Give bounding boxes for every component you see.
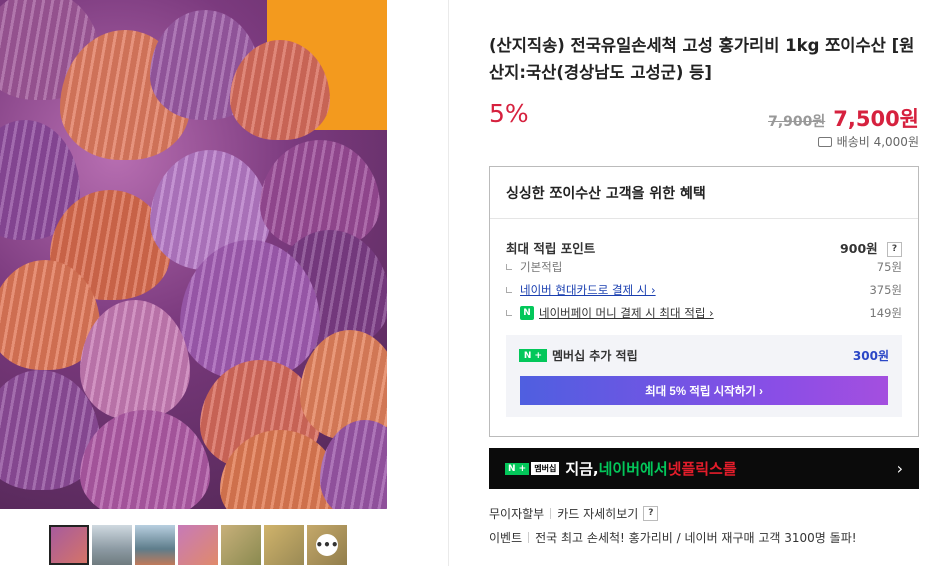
help-icon[interactable]: ? [887, 242, 902, 257]
thumbnail-5[interactable] [221, 525, 261, 565]
separator [528, 532, 530, 543]
nplus-membership-logo: N + 멤버십 [505, 462, 560, 475]
thumbnail-6[interactable] [264, 525, 304, 565]
thumbnail-more[interactable]: ••• [307, 525, 347, 565]
more-icon: ••• [316, 534, 339, 556]
membership-row: N + 멤버십 추가 적립 300원 [519, 347, 889, 364]
max-points-row: 최대 적립 포인트 900원 ? [506, 238, 902, 257]
max-points-label: 최대 적립 포인트 [506, 241, 596, 256]
benefit-item-label: 기본적립 [520, 260, 563, 274]
thumbnail-4[interactable] [178, 525, 218, 565]
chevron-right-icon: › [896, 459, 903, 478]
membership-start-button[interactable]: 최대 5% 적립 시작하기 › [520, 376, 888, 405]
card-detail-link[interactable]: 카드 자세히보기 [557, 505, 638, 522]
scallop-shell [80, 410, 210, 509]
branch-icon [506, 310, 512, 316]
branch-icon [506, 287, 512, 293]
column-divider [448, 0, 449, 566]
banner-text-netflix: 넷플릭스를 [667, 460, 737, 478]
membership-box: N + 멤버십 추가 적립 300원 최대 5% 적립 시작하기 › [506, 335, 902, 417]
event-label: 이벤트 [489, 531, 523, 545]
thumbnail-1[interactable] [49, 525, 89, 565]
nplus-logo-white: 멤버십 [531, 462, 560, 475]
original-price: 7,900원 [768, 114, 826, 130]
benefit-item-value: 149원 [869, 306, 902, 320]
event-row: 이벤트 전국 최고 손세척! 홍가리비 / 네이버 재구매 고객 3100명 돌… [489, 529, 857, 546]
separator [550, 508, 552, 519]
benefit-item-value: 375원 [869, 283, 902, 297]
discount-rate: 5% [489, 99, 529, 128]
benefit-heading: 싱싱한 쪼이수산 고객을 위한 혜택 [490, 167, 918, 219]
truck-icon [817, 136, 832, 147]
price-block: 7,900원 7,500원 [768, 103, 919, 133]
thumbnail-2[interactable] [92, 525, 132, 565]
sale-price: 7,500원 [833, 107, 919, 131]
shipping-info: 배송비 4,000원 [817, 133, 919, 150]
product-main-image[interactable] [0, 0, 387, 509]
thumbnail-strip: ••• [49, 525, 347, 565]
benefit-item-npay: N 네이버페이 머니 결제 시 최대 적립 › 149원 [506, 305, 902, 321]
help-icon[interactable]: ? [643, 506, 659, 521]
event-text[interactable]: 전국 최고 손세척! 홍가리비 / 네이버 재구매 고객 3100명 돌파! [535, 529, 856, 546]
netflix-banner[interactable]: N + 멤버십 지금, 네이버에서 넷플릭스를 › [489, 448, 919, 489]
nplus-icon: N + [519, 349, 547, 362]
banner-text-now: 지금, [565, 460, 599, 478]
membership-value: 300원 [852, 349, 889, 363]
benefit-box: 싱싱한 쪼이수산 고객을 위한 혜택 최대 적립 포인트 900원 ? 기본적립… [489, 166, 919, 437]
membership-label: 멤버십 추가 적립 [552, 349, 638, 363]
benefit-item-card: 네이버 현대카드로 결제 시 › 375원 [506, 282, 902, 298]
hyundai-card-link[interactable]: 네이버 현대카드로 결제 시 › [520, 282, 656, 298]
branch-icon [506, 264, 512, 270]
benefit-item-value: 75원 [876, 260, 902, 274]
npay-money-link[interactable]: 네이버페이 머니 결제 시 최대 적립 › [539, 305, 714, 321]
max-points-value: 900원 [840, 241, 878, 256]
benefit-item-basic: 기본적립 75원 [506, 259, 902, 275]
product-title: (산지직송) 전국유일손세척 고성 홍가리비 1kg 쪼이수산 [원산지:국산(… [489, 36, 915, 82]
nplus-logo-green: N + [505, 462, 530, 475]
shipping-fee: 배송비 4,000원 [836, 135, 919, 149]
thumbnail-3[interactable] [135, 525, 175, 565]
naverpay-icon: N [520, 306, 534, 320]
banner-text-naver: 네이버에서 [598, 460, 668, 478]
installment-row: 무이자할부 카드 자세히보기 ? [489, 505, 659, 522]
installment-label: 무이자할부 [489, 507, 545, 521]
